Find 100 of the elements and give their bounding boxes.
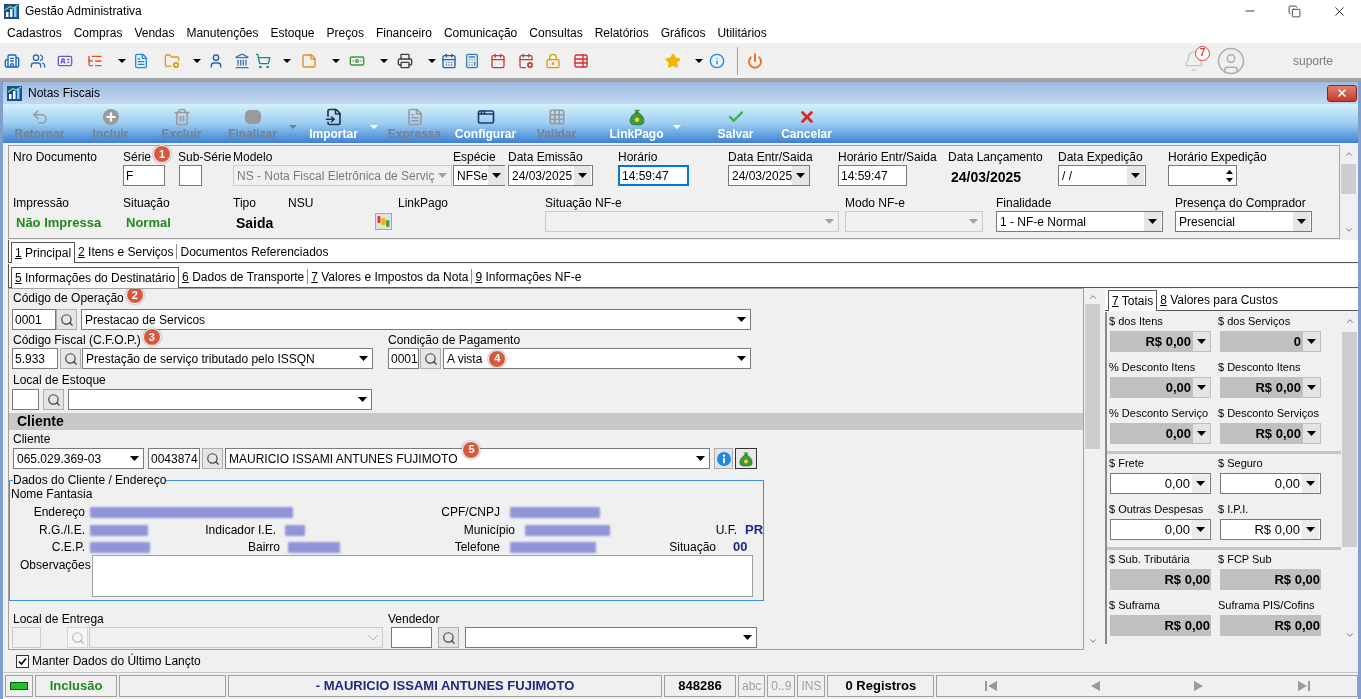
caret-icon[interactable] bbox=[695, 58, 703, 63]
cart-icon[interactable] bbox=[255, 52, 271, 69]
menu-item[interactable]: Estoque bbox=[264, 23, 321, 42]
dropdown[interactable]: NFSe bbox=[453, 165, 505, 186]
last-record-icon[interactable] bbox=[1297, 681, 1310, 691]
tab[interactable]: 8 Valores para Custos bbox=[1157, 292, 1282, 307]
input-field[interactable]: 0001 bbox=[12, 309, 56, 330]
calendar-gear-icon[interactable] bbox=[518, 52, 534, 69]
dropdown[interactable]: 24/03/2025 bbox=[508, 165, 593, 186]
amount-field[interactable]: 0,00 bbox=[1220, 473, 1321, 494]
notes-field[interactable] bbox=[92, 555, 753, 597]
amount-field[interactable]: 0 bbox=[1220, 331, 1321, 352]
tab[interactable]: 6 Dados de Transporte bbox=[179, 269, 309, 284]
person-icon[interactable] bbox=[208, 52, 224, 69]
amount-field[interactable]: R$ 0,00 bbox=[1110, 331, 1211, 352]
scroll-up-icon[interactable] bbox=[1087, 292, 1098, 302]
tab[interactable]: 5 Informações do Destinatário bbox=[11, 267, 180, 288]
dropdown[interactable]: 24/03/2025 bbox=[728, 165, 810, 186]
time-spinner[interactable] bbox=[1168, 165, 1237, 186]
caret-icon[interactable] bbox=[283, 58, 291, 63]
dropdown[interactable]: 065.029.369-03 bbox=[13, 448, 144, 469]
checkbox[interactable] bbox=[16, 654, 29, 668]
bank-icon[interactable] bbox=[234, 52, 250, 69]
lock-icon[interactable] bbox=[545, 52, 561, 69]
menu-item[interactable]: Gráficos bbox=[654, 23, 712, 42]
menu-item[interactable]: Vendas bbox=[128, 23, 181, 42]
tab[interactable]: Documentos Referenciados bbox=[177, 244, 332, 259]
dropdown[interactable]: A vista 4 bbox=[443, 348, 751, 369]
search-button[interactable] bbox=[438, 627, 459, 648]
dropdown[interactable] bbox=[465, 627, 757, 648]
folder-gear-icon[interactable] bbox=[164, 52, 180, 69]
input-field[interactable] bbox=[391, 627, 432, 648]
menu-item[interactable]: Preços bbox=[320, 23, 370, 42]
scroll-up-icon[interactable] bbox=[1344, 316, 1355, 326]
dropdown[interactable]: 1 - NF-e Normal bbox=[996, 211, 1163, 232]
tab[interactable]: 2 Itens e Serviços bbox=[75, 244, 178, 259]
menu-item[interactable]: Utilitários bbox=[711, 23, 773, 42]
star-icon[interactable] bbox=[665, 52, 681, 69]
menu-item[interactable]: Financeiro bbox=[369, 23, 438, 42]
previous-record-icon[interactable] bbox=[1090, 681, 1100, 691]
caret-icon[interactable] bbox=[428, 58, 436, 63]
close-button[interactable] bbox=[1327, 84, 1357, 102]
scroll-down-icon[interactable] bbox=[1344, 630, 1355, 640]
input-field[interactable]: 14:59:47 bbox=[838, 165, 907, 186]
tab[interactable]: 9 Informações NF-e bbox=[472, 269, 585, 284]
tab[interactable]: 1 Principal bbox=[11, 242, 76, 263]
caret-icon[interactable] bbox=[118, 58, 126, 63]
tab[interactable]: 7 Valores e Impostos da Nota bbox=[308, 269, 473, 284]
calendar-icon[interactable] bbox=[490, 52, 506, 69]
search-button[interactable] bbox=[60, 348, 81, 369]
avatar-icon[interactable] bbox=[1215, 45, 1246, 76]
note-icon[interactable] bbox=[301, 52, 317, 69]
next-record-icon[interactable] bbox=[1194, 681, 1204, 691]
scroll-down-icon[interactable] bbox=[1343, 225, 1354, 235]
menu-item[interactable]: Relatórios bbox=[588, 23, 655, 42]
menu-item[interactable]: Consultas bbox=[523, 23, 589, 42]
blocks-button[interactable] bbox=[375, 213, 392, 230]
input-field[interactable] bbox=[179, 165, 202, 186]
people-icon[interactable] bbox=[30, 52, 46, 69]
scroll-up-icon[interactable] bbox=[1343, 149, 1354, 159]
caret-icon[interactable] bbox=[193, 58, 201, 63]
info-icon[interactable] bbox=[709, 52, 725, 69]
input-field[interactable] bbox=[12, 627, 41, 648]
search-button[interactable] bbox=[56, 309, 77, 330]
dropdown[interactable]: Presencial bbox=[1175, 211, 1312, 232]
bell-icon[interactable] bbox=[1182, 49, 1205, 72]
search-button[interactable] bbox=[43, 389, 64, 410]
input-field[interactable] bbox=[12, 389, 39, 410]
search-button[interactable] bbox=[202, 448, 223, 469]
scroll-down-icon[interactable] bbox=[1087, 636, 1098, 646]
info-button[interactable] bbox=[714, 448, 733, 469]
table-icon[interactable] bbox=[573, 52, 589, 69]
building-icon[interactable] bbox=[4, 52, 20, 69]
amount-field[interactable]: 0,00 bbox=[1110, 473, 1211, 494]
printer-icon[interactable] bbox=[397, 52, 413, 69]
menu-item[interactable]: Cadastros bbox=[1, 23, 68, 42]
dropdown[interactable]: Prestacao de Servicos bbox=[81, 309, 751, 330]
input-field[interactable]: 5.933 bbox=[12, 348, 58, 369]
amount-field[interactable]: 0,00 bbox=[1110, 423, 1211, 444]
scrollbar-thumb[interactable] bbox=[1341, 164, 1356, 194]
menu-item[interactable]: Manutenções bbox=[180, 23, 265, 42]
amount-field[interactable]: 0,00 bbox=[1110, 377, 1211, 398]
amount-field[interactable]: R$ 0,00 bbox=[1220, 519, 1321, 540]
input-field[interactable]: F bbox=[123, 165, 165, 186]
amount-field[interactable]: 0,00 bbox=[1110, 519, 1211, 540]
input-field[interactable]: 14:59:47 bbox=[618, 165, 689, 186]
scrollbar-thumb[interactable] bbox=[1085, 304, 1100, 449]
menu-item[interactable]: Compras bbox=[67, 23, 129, 42]
power-icon[interactable] bbox=[747, 52, 763, 69]
caret-icon[interactable] bbox=[332, 58, 340, 63]
menu-item[interactable]: Comunicação bbox=[437, 23, 524, 42]
search-button[interactable] bbox=[420, 348, 441, 369]
calendar-icon[interactable] bbox=[441, 52, 457, 69]
scrollbar-thumb[interactable] bbox=[1342, 332, 1357, 547]
dropdown[interactable]: / / bbox=[1058, 165, 1146, 186]
first-record-icon[interactable] bbox=[984, 681, 997, 691]
input-field[interactable]: 0043874 bbox=[148, 448, 200, 469]
tab[interactable]: 7 Totais bbox=[1108, 290, 1158, 311]
document-icon[interactable] bbox=[133, 52, 149, 69]
amount-field[interactable]: R$ 0,00 bbox=[1220, 423, 1321, 444]
